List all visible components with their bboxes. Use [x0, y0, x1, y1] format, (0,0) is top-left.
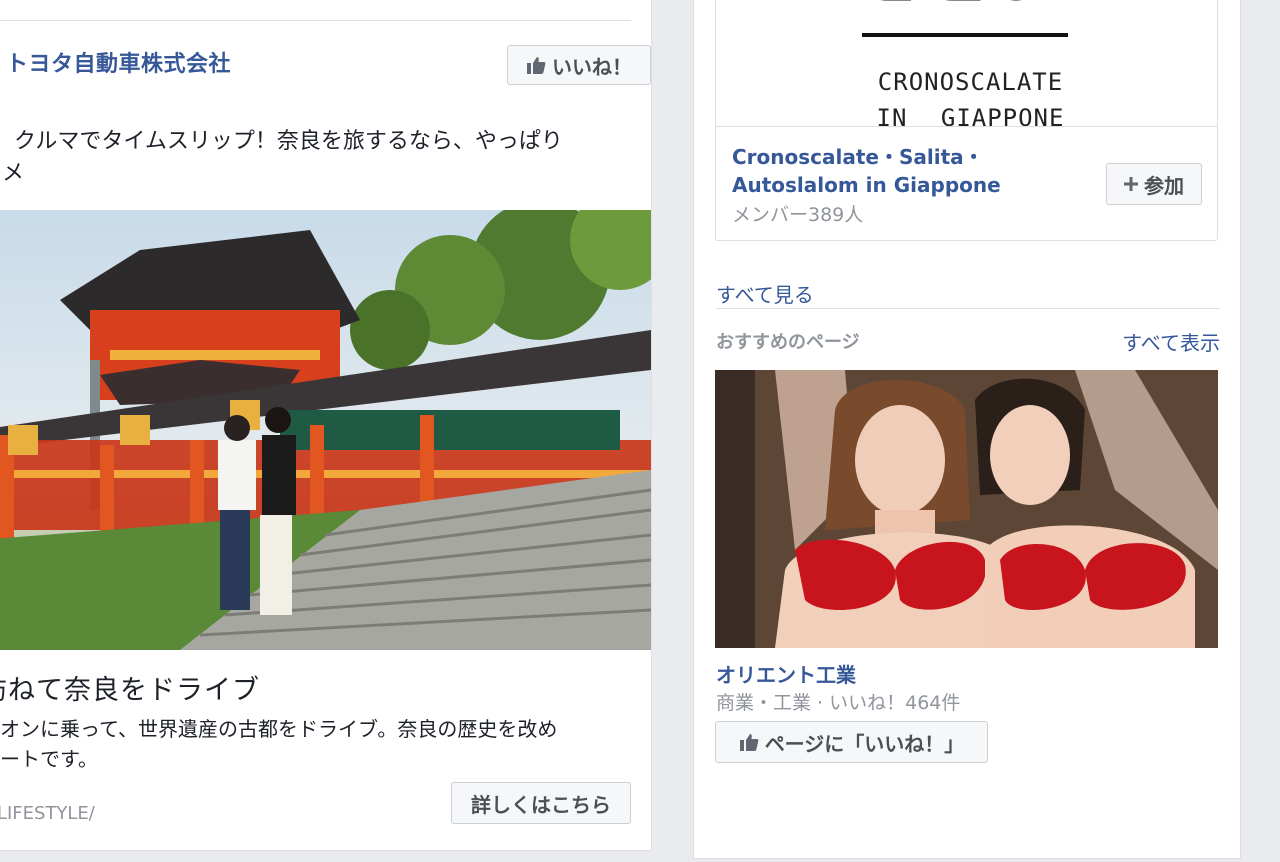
like-page-button-label: ページに「いいね！」: [764, 731, 965, 756]
right-sidebar: CRONOSCALATE IN GIAPPONE Cronoscalate・Sa…: [693, 0, 1241, 859]
recommended-page-name[interactable]: オリエント工業: [716, 659, 856, 688]
divider: [0, 20, 631, 21]
learn-more-button[interactable]: 詳しくはこちら: [451, 782, 631, 824]
thumbs-up-icon: [526, 55, 546, 75]
like-page-button[interactable]: ページに「いいね！」: [715, 721, 988, 763]
group-name[interactable]: Cronoscalate・Salita・Autoslalom in Giappo…: [732, 143, 1092, 199]
join-button-label: 参加: [1144, 173, 1184, 198]
recommended-page-image[interactable]: [715, 370, 1218, 648]
recommended-page-meta: 商業・工業 · いいね！464件: [716, 692, 961, 714]
group-logo-mark: [856, 0, 1066, 20]
group-member-count: メンバー389人: [732, 204, 864, 226]
like-button-label: いいね！: [552, 54, 632, 79]
post-text: クルマでタイムスリップ！奈良を旅するなら、やっぱり スメ: [0, 126, 640, 190]
post-text-line: クルマでタイムスリップ！奈良を旅するなら、やっぱり: [14, 129, 563, 154]
suggested-group-card: CRONOSCALATE IN GIAPPONE Cronoscalate・Sa…: [715, 0, 1218, 241]
post-page-name[interactable]: トヨタ自動車株式会社: [6, 46, 231, 78]
recommended-pages-header: おすすめのページ: [716, 332, 860, 353]
see-all-groups-link[interactable]: すべて見る: [716, 279, 814, 308]
group-cover-text: IN GIAPPONE: [876, 104, 1065, 127]
join-group-button[interactable]: 参加: [1106, 163, 1202, 205]
plus-icon: [1124, 172, 1138, 196]
link-title[interactable]: 訪ねて奈良をドライブ: [0, 668, 640, 707]
post-photo-shrine[interactable]: [0, 210, 651, 650]
group-cover-image[interactable]: CRONOSCALATE IN GIAPPONE: [716, 0, 1217, 127]
link-description-line: ポートです。: [0, 747, 98, 771]
show-all-recommended-link[interactable]: すべて表示: [1122, 327, 1220, 356]
page: トヨタ自動車株式会社 いいね！ クルマでタイムスリップ！奈良を旅するなら、やっぱ…: [0, 0, 1280, 862]
like-button[interactable]: いいね！: [507, 45, 651, 85]
divider: [716, 308, 1220, 309]
post-text-line: スメ: [0, 161, 25, 186]
link-url: P/LIFESTYLE/: [0, 803, 95, 824]
link-description-line: リオンに乗って、世界遺産の古都をドライブ。奈良の歴史を改め: [0, 717, 558, 741]
group-logo-rule: [862, 33, 1068, 37]
group-cover-text: CRONOSCALATE: [877, 68, 1064, 96]
link-description: リオンに乗って、世界遺産の古都をドライブ。奈良の歴史を改め ポートです。: [0, 714, 640, 774]
feed-post: トヨタ自動車株式会社 いいね！ クルマでタイムスリップ！奈良を旅するなら、やっぱ…: [0, 0, 652, 851]
thumbs-up-icon: [739, 732, 759, 752]
